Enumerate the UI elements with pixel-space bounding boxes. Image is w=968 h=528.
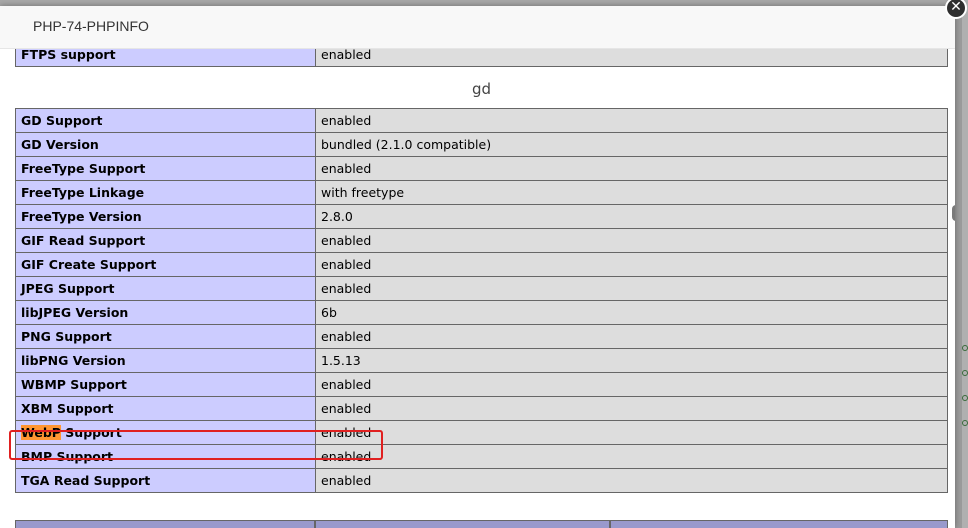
table-row: WBMP Support enabled bbox=[15, 372, 948, 397]
row-name: GD Version bbox=[15, 132, 316, 157]
row-name: FreeType Linkage bbox=[15, 180, 316, 205]
row-value: 6b bbox=[315, 300, 948, 325]
table-row: libPNG Version 1.5.13 bbox=[15, 348, 948, 373]
table-row: GIF Create Support enabled bbox=[15, 252, 948, 277]
row-name: PNG Support bbox=[15, 324, 316, 349]
row-value: 1.5.13 bbox=[315, 348, 948, 373]
row-name: GIF Read Support bbox=[15, 228, 316, 253]
header-cell bbox=[610, 520, 948, 528]
background-status-icon bbox=[962, 345, 968, 351]
row-value: enabled bbox=[315, 396, 948, 421]
dialog-content[interactable]: FTPS support enabled gd GD Support enable… bbox=[0, 6, 955, 528]
background-status-icon bbox=[962, 395, 968, 401]
row-name: libJPEG Version bbox=[15, 300, 316, 325]
table-row: GIF Read Support enabled bbox=[15, 228, 948, 253]
row-value: enabled bbox=[315, 444, 948, 469]
dialog-title: PHP-74-PHPINFO bbox=[33, 18, 149, 34]
row-name: TGA Read Support bbox=[15, 468, 316, 493]
phpinfo-dialog: FTPS support enabled gd GD Support enable… bbox=[0, 6, 955, 528]
row-value: enabled bbox=[315, 324, 948, 349]
table-row: XBM Support enabled bbox=[15, 396, 948, 421]
table-row: JPEG Support enabled bbox=[15, 276, 948, 301]
background-status-icon bbox=[962, 370, 968, 376]
background-status-icon bbox=[962, 420, 968, 426]
row-value: with freetype bbox=[315, 180, 948, 205]
table-row: FreeType Version 2.8.0 bbox=[15, 204, 948, 229]
row-value: enabled bbox=[315, 420, 948, 445]
row-name: GIF Create Support bbox=[15, 252, 316, 277]
table-row: libJPEG Version 6b bbox=[15, 300, 948, 325]
next-table-header bbox=[15, 520, 948, 528]
row-value: enabled bbox=[315, 252, 948, 277]
row-name: JPEG Support bbox=[15, 276, 316, 301]
row-value: enabled bbox=[315, 468, 948, 493]
row-name: XBM Support bbox=[15, 396, 316, 421]
header-cell bbox=[315, 520, 610, 528]
row-name: FreeType Version bbox=[15, 204, 316, 229]
row-name: WBMP Support bbox=[15, 372, 316, 397]
row-value: enabled bbox=[315, 372, 948, 397]
row-name: libPNG Version bbox=[15, 348, 316, 373]
table-row: TGA Read Support enabled bbox=[15, 468, 948, 493]
background-app-edge bbox=[962, 0, 968, 528]
table-row: FreeType Support enabled bbox=[15, 156, 948, 181]
table-row: GD Support enabled bbox=[15, 108, 948, 133]
row-name: FreeType Support bbox=[15, 156, 316, 181]
annotation-highlight-box bbox=[9, 430, 383, 460]
row-value: enabled bbox=[315, 228, 948, 253]
dialog-header: PHP-74-PHPINFO bbox=[0, 6, 955, 49]
table-row: GD Version bundled (2.1.0 compatible) bbox=[15, 132, 948, 157]
table-row: PNG Support enabled bbox=[15, 324, 948, 349]
header-cell bbox=[15, 520, 315, 528]
row-value: bundled (2.1.0 compatible) bbox=[315, 132, 948, 157]
section-title-gd: gd bbox=[471, 80, 492, 98]
row-value: 2.8.0 bbox=[315, 204, 948, 229]
row-value: enabled bbox=[315, 276, 948, 301]
row-value: enabled bbox=[315, 108, 948, 133]
row-name: GD Support bbox=[15, 108, 316, 133]
table-row: FreeType Linkage with freetype bbox=[15, 180, 948, 205]
scrollbar-thumb[interactable] bbox=[952, 205, 955, 221]
row-value: enabled bbox=[315, 156, 948, 181]
